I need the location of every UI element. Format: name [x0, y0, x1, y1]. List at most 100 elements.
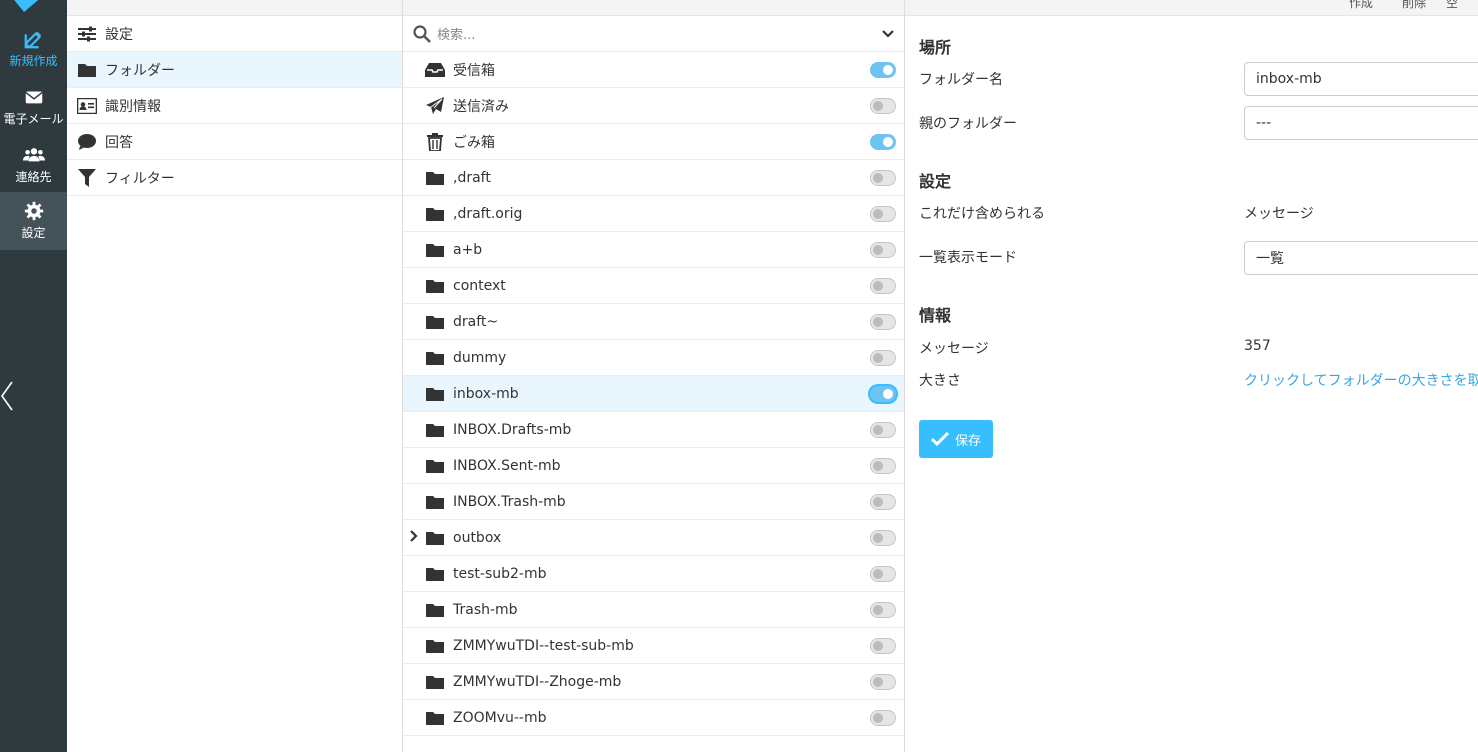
subscribe-toggle[interactable] [870, 673, 896, 690]
settings-button[interactable]: 設定 [0, 192, 67, 250]
list-mode-select[interactable]: 一覧 [1244, 241, 1478, 275]
subscribe-toggle[interactable] [870, 529, 896, 546]
folder-row[interactable]: ,draft.orig [403, 196, 904, 232]
folder-row[interactable]: INBOX.Sent-mb [403, 448, 904, 484]
subscribe-toggle[interactable] [870, 277, 896, 294]
mail-button[interactable]: 電子メール [0, 78, 67, 136]
location-section-title: 場所 [919, 38, 952, 57]
size-label: 大きさ [919, 373, 961, 389]
folder-name: outbox [453, 529, 502, 546]
folder-search[interactable]: 検索... [403, 16, 904, 52]
folder-row[interactable]: INBOX.Drafts-mb [403, 412, 904, 448]
folder-row[interactable]: ZOOMvu--mb [403, 700, 904, 736]
save-label: 保存 [954, 433, 981, 449]
folder-row[interactable]: Trash-mb [403, 592, 904, 628]
paper-plane-icon [425, 96, 445, 115]
nav-item-responses[interactable]: 回答 [67, 124, 402, 160]
nav-item-preferences[interactable]: 設定 [67, 16, 402, 52]
search-input[interactable]: 検索... [437, 24, 882, 43]
folder-name: inbox-mb [453, 385, 519, 402]
compose-button[interactable]: 新規作成 [0, 20, 67, 78]
subscribe-toggle[interactable] [870, 709, 896, 726]
delete-folder-button[interactable]: 削除 [1402, 0, 1426, 11]
subscribe-toggle[interactable] [870, 493, 896, 510]
subscribe-toggle[interactable] [870, 421, 896, 438]
folder-row[interactable]: ごみ箱 [403, 124, 904, 160]
logo [2, 0, 50, 12]
folder-row[interactable]: ZMMYwuTDI--test-sub-mb [403, 628, 904, 664]
compose-icon [24, 31, 41, 49]
subscribe-toggle[interactable] [870, 601, 896, 618]
folder-row[interactable]: INBOX.Trash-mb [403, 484, 904, 520]
folder-icon [425, 169, 445, 187]
folder-list-panel: 検索... 受信箱送信済みごみ箱 ,draft ,draft.orig a+b cont… [403, 0, 905, 752]
nav-item-label: フォルダー [105, 62, 175, 79]
nav-item-identities[interactable]: 識別情報 [67, 88, 402, 124]
folder-name-input[interactable]: inbox-mb [1244, 62, 1478, 96]
folder-row[interactable]: outbox [403, 520, 904, 556]
folder-size-link[interactable]: クリックしてフォルダーの大きさを取得 [1244, 370, 1478, 390]
subscribe-toggle[interactable] [870, 565, 896, 582]
folder-name-label: フォルダー名 [919, 72, 1003, 88]
messages-label: メッセージ [919, 341, 989, 357]
folder-row[interactable]: ZMMYwuTDI--Zhoge-mb [403, 664, 904, 700]
folder-icon [425, 277, 445, 295]
settings-nav: 設定 フォルダー 識別情報 回答 フィルター [67, 0, 403, 752]
folder-name: INBOX.Sent-mb [453, 457, 561, 474]
folder-row[interactable]: 受信箱 [403, 52, 904, 88]
nav-item-label: 回答 [105, 134, 133, 151]
chevron-right-icon[interactable] [403, 530, 425, 545]
subscribe-toggle[interactable] [870, 61, 896, 78]
folder-details-panel: 作成 削除 空 場所 フォルダー名 inbox-mb 親のフォルダー --- 設… [905, 0, 1478, 752]
subscribe-toggle[interactable] [870, 385, 896, 402]
subscribe-toggle[interactable] [870, 241, 896, 258]
nav-item-label: 識別情報 [105, 98, 161, 115]
folder-row[interactable]: a+b [403, 232, 904, 268]
check-icon [930, 432, 949, 446]
subscribe-toggle[interactable] [870, 313, 896, 330]
folder-name: a+b [453, 241, 483, 258]
save-button[interactable]: 保存 [919, 420, 993, 458]
users-icon [22, 148, 45, 162]
folder-icon [425, 313, 445, 331]
info-section-title: 情報 [919, 306, 952, 325]
inbox-icon [425, 61, 445, 79]
create-folder-button[interactable]: 作成 [1349, 0, 1373, 11]
folder-icon [425, 601, 445, 619]
folder-row[interactable]: ,draft [403, 160, 904, 196]
folder-row[interactable]: test-sub2-mb [403, 556, 904, 592]
subscribe-toggle[interactable] [870, 457, 896, 474]
nav-item-filters[interactable]: フィルター [67, 160, 402, 196]
subscribe-toggle[interactable] [870, 205, 896, 222]
app-rail: 新規作成 電子メール 連絡先 設定 [0, 0, 67, 752]
nav-item-folders[interactable]: フォルダー [67, 52, 402, 88]
subscribe-toggle[interactable] [870, 133, 896, 150]
chevron-down-icon[interactable] [882, 29, 894, 39]
folder-row[interactable]: inbox-mb [403, 376, 904, 412]
folder-name: ZMMYwuTDI--test-sub-mb [453, 637, 634, 654]
contacts-button[interactable]: 連絡先 [0, 136, 67, 194]
folder-name: 受信箱 [453, 62, 495, 79]
subscribe-toggle[interactable] [870, 349, 896, 366]
subscribe-toggle[interactable] [870, 169, 896, 186]
folder-row[interactable]: dummy [403, 340, 904, 376]
folder-icon [425, 493, 445, 511]
collapse-icon[interactable] [0, 380, 14, 412]
folder-row[interactable]: context [403, 268, 904, 304]
folder-icon [425, 385, 445, 403]
empty-folder-button[interactable]: 空 [1446, 0, 1458, 11]
folder-name: context [453, 277, 506, 294]
subscribe-toggle[interactable] [870, 97, 896, 114]
parent-folder-select[interactable]: --- [1244, 106, 1478, 140]
envelope-icon [24, 91, 43, 104]
folder-row[interactable]: draft~ [403, 304, 904, 340]
search-icon [413, 24, 431, 43]
folder-name: ごみ箱 [453, 134, 495, 151]
folder-icon [425, 421, 445, 439]
gear-icon [24, 201, 43, 221]
folder-row[interactable]: 送信済み [403, 88, 904, 124]
subscribe-toggle[interactable] [870, 637, 896, 654]
id-card-icon [77, 97, 97, 115]
folder-name: ZOOMvu--mb [453, 709, 547, 726]
folder-name: test-sub2-mb [453, 565, 547, 582]
